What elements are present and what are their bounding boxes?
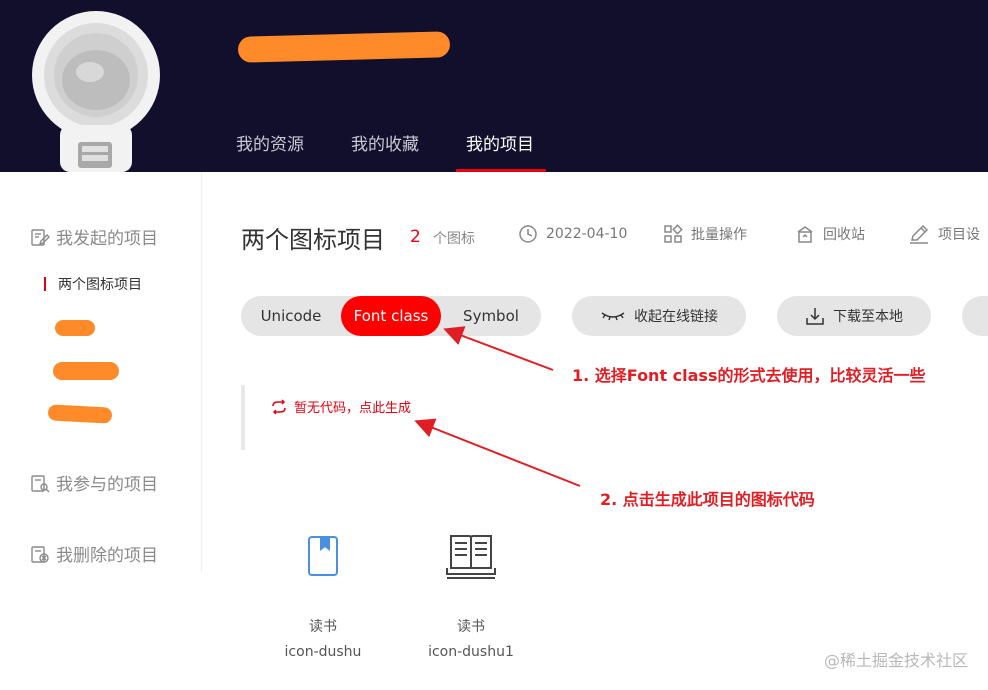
nav-my-projects[interactable]: 我的项目 — [466, 130, 534, 172]
project-settings-label: 项目设 — [938, 227, 980, 243]
arrow-to-font-class-tab — [443, 326, 554, 371]
sidebar-initiated-label: 我发起的项目 — [56, 229, 158, 249]
download-local-label: 下载至本地 — [833, 309, 903, 325]
nav-my-resources[interactable]: 我的资源 — [236, 130, 304, 172]
icon-count-label: 个图标 — [433, 231, 475, 247]
icon-card[interactable]: 读书 icon-dushu1 — [416, 528, 526, 660]
refresh-icon — [272, 398, 286, 415]
download-local-button[interactable]: 下载至本地 — [777, 296, 931, 336]
profile-header: 我的资源 我的收藏 我的项目 — [0, 0, 988, 172]
sidebar-initiated-projects[interactable]: 我发起的项目 — [30, 224, 158, 249]
icon-count: 2 — [410, 227, 421, 247]
recycle-bin-button[interactable]: 回收站 — [795, 224, 865, 244]
recycle-bin-icon — [797, 226, 813, 243]
tab-symbol[interactable]: Symbol — [441, 296, 541, 336]
astronaut-avatar — [30, 10, 162, 172]
more-actions-button[interactable] — [962, 296, 988, 336]
nav-active-underline — [456, 169, 546, 172]
batch-operation-label: 批量操作 — [691, 227, 747, 243]
project-settings-button[interactable]: 项目设 — [908, 224, 980, 244]
open-book-icon — [446, 535, 496, 579]
redacted-username — [237, 31, 451, 63]
watermark: @稀土掘金技术社区 — [823, 651, 968, 670]
nav-my-favorites[interactable]: 我的收藏 — [351, 130, 419, 172]
sidebar-deleted-label: 我删除的项目 — [56, 546, 158, 566]
pencil-icon — [910, 224, 929, 244]
generate-code-label: 暂无代码，点此生成 — [294, 401, 412, 416]
download-icon — [806, 308, 824, 325]
collapse-online-link-button[interactable]: 收起在线链接 — [572, 296, 746, 336]
sidebar-deleted-projects[interactable]: 我删除的项目 — [30, 541, 158, 566]
code-display-area — [241, 385, 988, 450]
annotation-step-2: 2. 点击生成此项目的图标代码 — [600, 490, 815, 509]
sidebar-item-active-project[interactable]: 两个图标项目 — [44, 274, 142, 294]
search-document-icon — [31, 474, 50, 492]
icon-card[interactable]: 读书 icon-dushu — [268, 528, 378, 660]
delete-document-icon — [31, 545, 49, 563]
redacted-project-3[interactable] — [47, 404, 113, 424]
annotation-step-1: 1. 选择Font class的形式去使用，比较灵活一些 — [572, 366, 926, 385]
project-date: 2022-04-10 — [518, 224, 627, 244]
closed-eye-icon — [601, 312, 625, 321]
edit-document-icon — [31, 228, 50, 246]
project-sidebar: 我发起的项目 两个图标项目 我参与的项目 我删除的项目 — [0, 172, 202, 572]
clock-icon — [519, 225, 537, 243]
generate-code-link[interactable]: 暂无代码，点此生成 — [270, 397, 411, 416]
project-title: 两个图标项目 — [241, 226, 385, 254]
tab-font-class[interactable]: Font class — [341, 296, 441, 336]
collapse-online-link-label: 收起在线链接 — [634, 309, 718, 325]
icon-name: 读书 — [309, 619, 337, 635]
bookmark-book-icon — [308, 536, 338, 576]
recycle-bin-label: 回收站 — [823, 227, 865, 243]
icon-class-name: icon-dushu — [284, 644, 362, 660]
redacted-project-2[interactable] — [53, 362, 119, 380]
redacted-project-1[interactable] — [55, 320, 95, 336]
sidebar-active-project-label: 两个图标项目 — [58, 277, 142, 293]
icon-name: 读书 — [457, 619, 485, 635]
project-date-text: 2022-04-10 — [546, 226, 628, 242]
sidebar-participated-projects[interactable]: 我参与的项目 — [30, 470, 158, 495]
batch-operation-button[interactable]: 批量操作 — [663, 224, 747, 244]
tab-unicode[interactable]: Unicode — [241, 296, 341, 336]
sidebar-participated-label: 我参与的项目 — [56, 475, 158, 495]
active-indicator — [44, 277, 46, 291]
icon-class-name: icon-dushu1 — [428, 644, 514, 660]
code-format-tabs: Unicode Font class Symbol — [241, 296, 541, 336]
grid-icon — [664, 224, 683, 243]
